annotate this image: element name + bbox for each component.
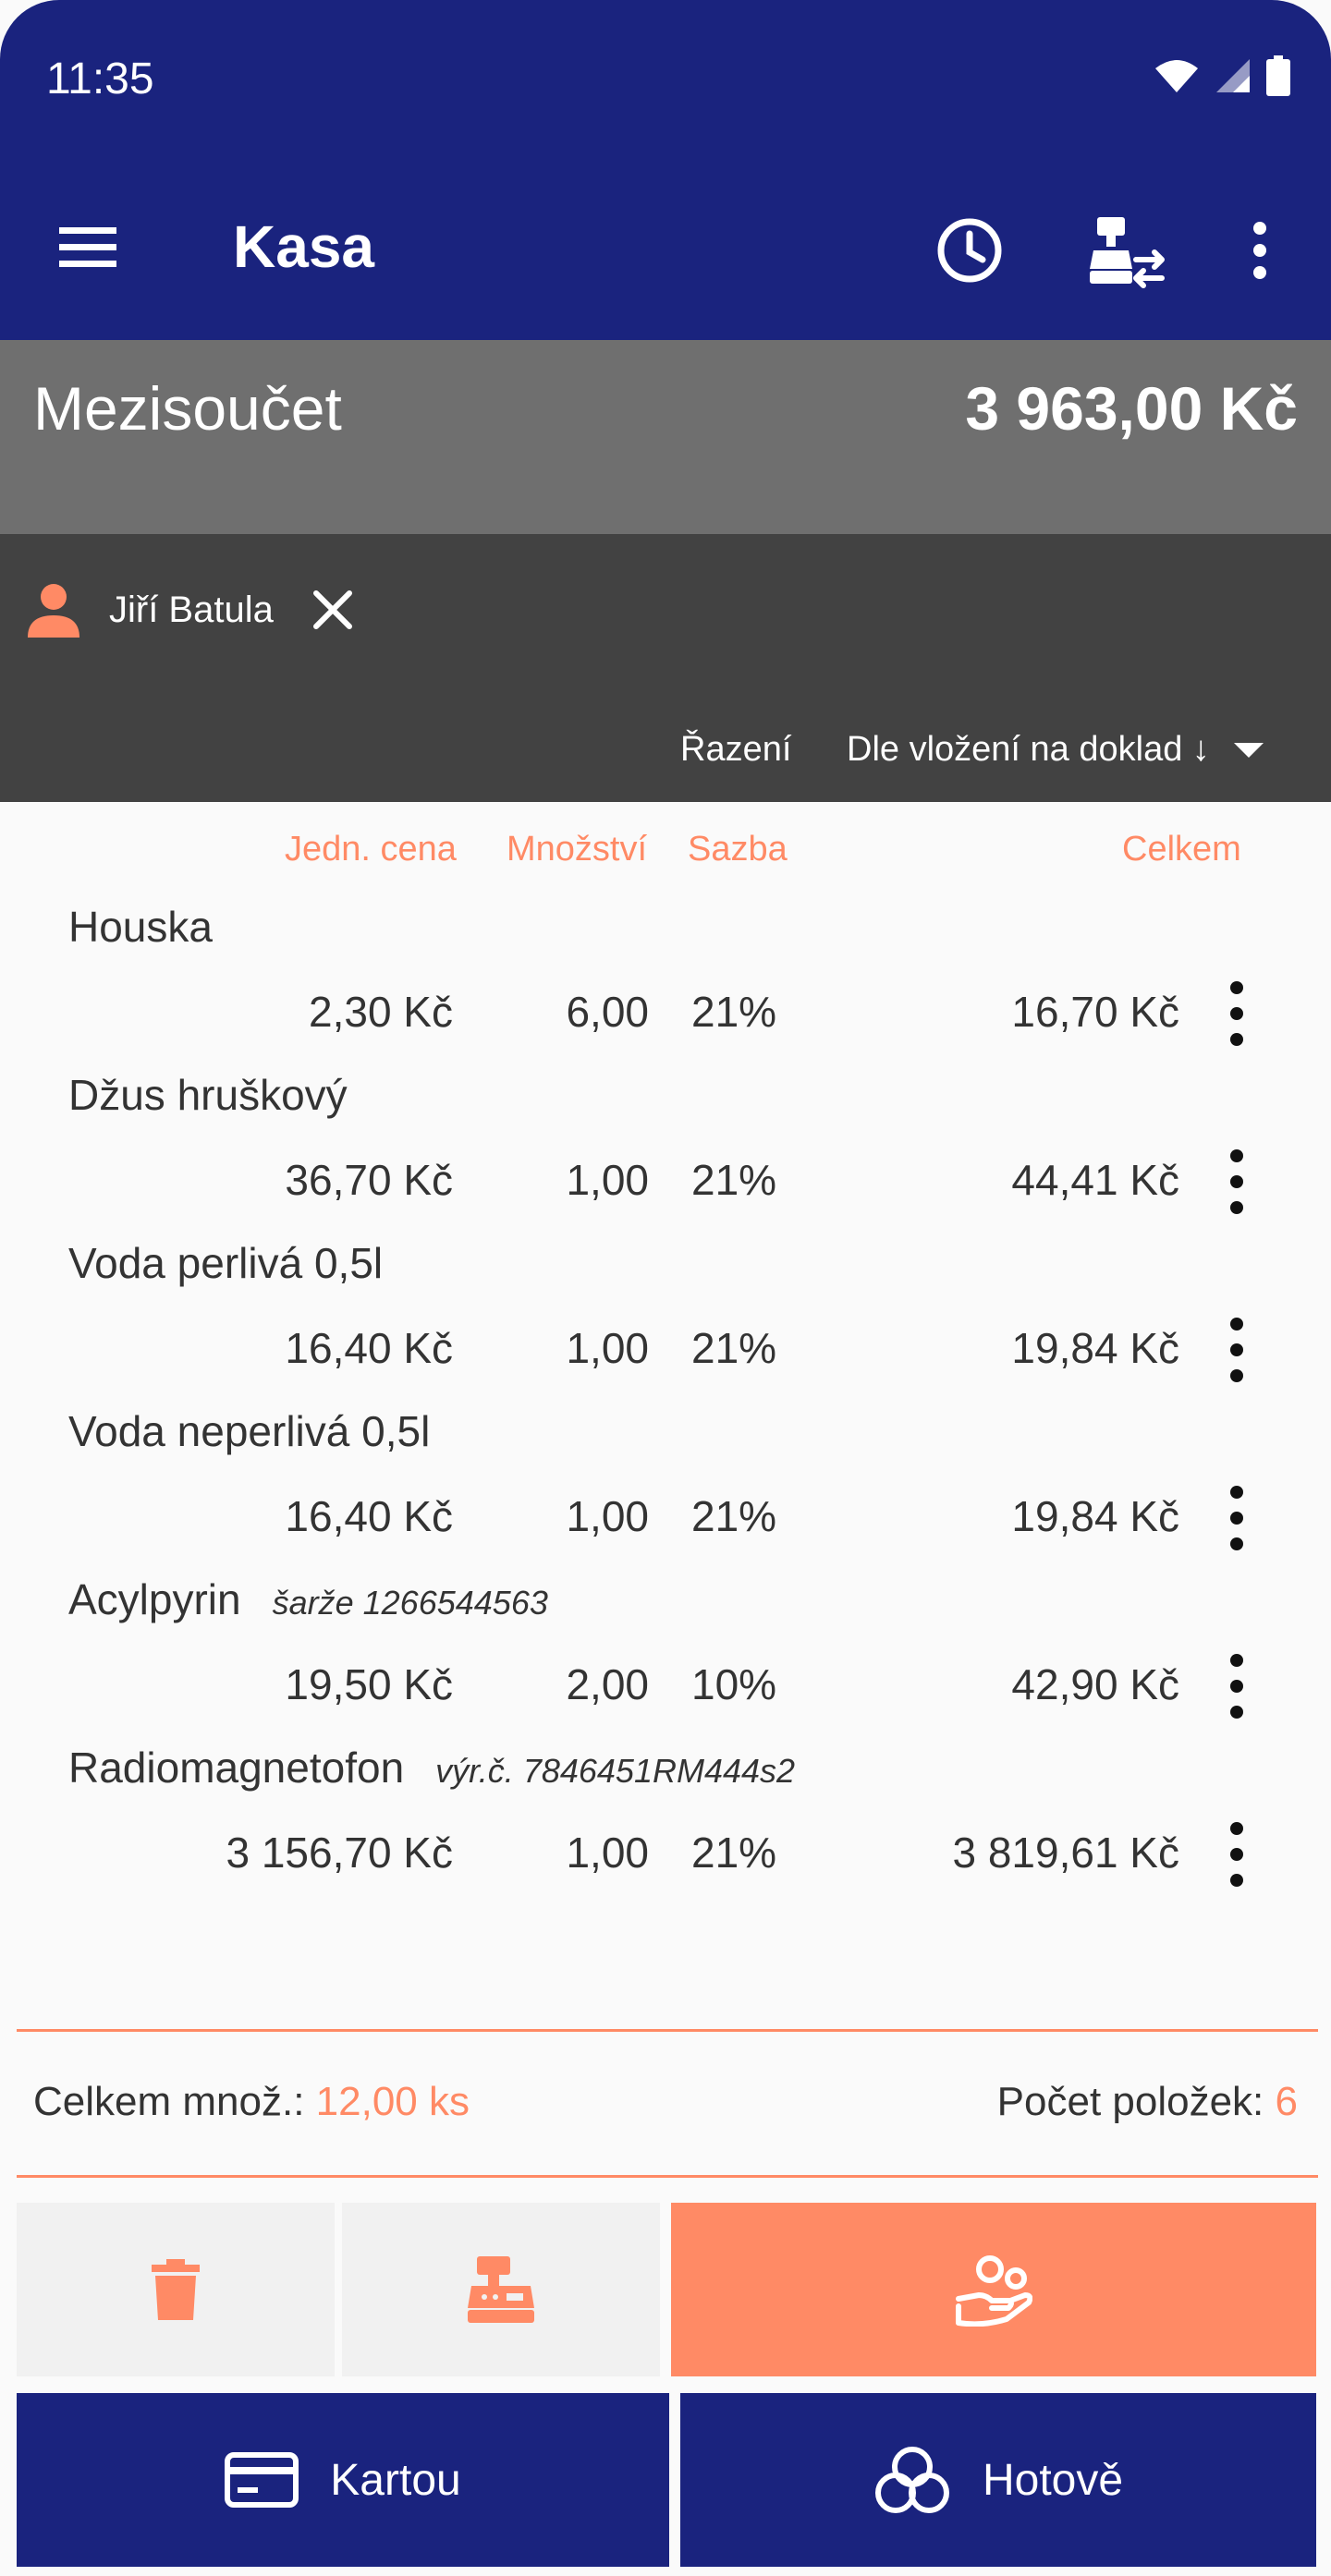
item-vat: 21%	[691, 1324, 777, 1372]
item-quantity: 2,00	[566, 1660, 649, 1708]
list-item[interactable]: Radiomagnetofon výr.č. 7846451RM444s2 3 1…	[0, 1743, 1331, 1911]
item-unit-price: 3 156,70 Kč	[226, 1829, 453, 1877]
pay-in-cash-button[interactable]: Hotově	[680, 2393, 1316, 2567]
item-total: 19,84 Kč	[1011, 1324, 1179, 1372]
close-icon	[313, 590, 352, 629]
menu-button[interactable]	[55, 220, 120, 275]
credit-card-icon	[225, 2452, 299, 2508]
subtotal-bar: Mezisoučet 3 963,00 Kč	[0, 340, 1331, 534]
item-name: Radiomagnetofon výr.č. 7846451RM444s2	[68, 1744, 796, 1792]
wifi-icon	[1155, 60, 1198, 92]
more-vertical-icon	[1253, 222, 1266, 279]
clock-icon	[937, 218, 1002, 283]
column-header-vat: Sazba	[688, 830, 788, 869]
item-more-button[interactable]	[1218, 1149, 1255, 1214]
item-more-button[interactable]	[1218, 981, 1255, 1046]
item-total: 16,70 Kč	[1011, 988, 1179, 1036]
signal-icon	[1216, 59, 1250, 92]
coins-icon	[874, 2447, 949, 2513]
item-name: Houska	[68, 903, 213, 951]
transfer-button[interactable]	[1085, 209, 1168, 292]
list-item[interactable]: Voda neperlivá 0,5l 16,40 Kč 1,00 21% 19…	[0, 1406, 1331, 1574]
app-bar: Kasa	[0, 155, 1331, 340]
list-item[interactable]: Houska 2,30 Kč 6,00 21% 16,70 Kč	[0, 902, 1331, 1070]
sort-selected-value: Dle vložení na doklad ↓	[847, 730, 1210, 769]
item-name: Acylpyrin šarže 1266544563	[68, 1575, 548, 1623]
subtotal-label: Mezisoučet	[33, 374, 342, 443]
customer-panel: Jiří Batula Řazení Dle vložení na doklad…	[0, 534, 1331, 802]
caret-down-icon	[1233, 742, 1264, 758]
item-quantity: 1,00	[566, 1156, 649, 1204]
column-header-total: Celkem	[1122, 830, 1241, 869]
item-name: Voda perlivá 0,5l	[68, 1239, 384, 1287]
item-total: 3 819,61 Kč	[952, 1829, 1179, 1877]
item-quantity: 1,00	[566, 1492, 649, 1540]
item-vat: 21%	[691, 1492, 777, 1540]
cash-register-icon	[468, 2256, 534, 2323]
item-quantity: 6,00	[566, 988, 649, 1036]
battery-icon	[1266, 55, 1290, 96]
customer-name: Jiří Batula	[109, 589, 274, 630]
item-more-button[interactable]	[1218, 1822, 1255, 1887]
total-quantity: Celkem množ.: 12,00 ks	[33, 2079, 470, 2124]
column-header-unit-price: Jedn. cena	[285, 830, 457, 869]
pay-in-cash-label: Hotově	[982, 2455, 1124, 2505]
register-transfer-icon	[1090, 217, 1165, 288]
item-total: 44,41 Kč	[1011, 1156, 1179, 1204]
item-quantity: 1,00	[566, 1324, 649, 1372]
pos-screen: 11:35 Kasa Mezisoučet 3 963,00 Kč Jiří B…	[0, 0, 1331, 2576]
item-unit-price: 16,40 Kč	[285, 1492, 453, 1540]
item-unit-price: 36,70 Kč	[285, 1156, 453, 1204]
item-quantity: 1,00	[566, 1829, 649, 1877]
subtotal-value: 3 963,00 Kč	[965, 374, 1298, 443]
items-list: Jedn. cena Množství Sazba Celkem Houska …	[0, 802, 1331, 2031]
list-item[interactable]: Acylpyrin šarže 1266544563 19,50 Kč 2,00 …	[0, 1574, 1331, 1743]
list-item[interactable]: Voda perlivá 0,5l 16,40 Kč 1,00 21% 19,8…	[0, 1238, 1331, 1406]
item-count: Počet položek: 6	[996, 2079, 1298, 2124]
delete-button[interactable]	[17, 2203, 335, 2376]
item-unit-price: 16,40 Kč	[285, 1324, 453, 1372]
trash-icon	[152, 2259, 200, 2320]
list-item[interactable]: Džus hruškový 36,70 Kč 1,00 21% 44,41 Kč	[0, 1070, 1331, 1238]
item-more-button[interactable]	[1218, 1486, 1255, 1550]
customer-hand-icon	[956, 2255, 1032, 2327]
status-icons	[1154, 55, 1290, 96]
item-total: 42,90 Kč	[1011, 1660, 1179, 1708]
more-button[interactable]	[1218, 209, 1301, 292]
item-name: Džus hruškový	[68, 1071, 348, 1119]
item-vat: 21%	[691, 988, 777, 1036]
history-button[interactable]	[928, 209, 1011, 292]
item-unit-price: 2,30 Kč	[309, 988, 453, 1036]
divider	[17, 2029, 1318, 2032]
cash-register-button[interactable]	[342, 2203, 660, 2376]
remove-customer-button[interactable]	[305, 582, 360, 638]
menu-icon	[59, 227, 116, 267]
column-header-quantity: Množství	[507, 830, 648, 869]
item-note: výr.č. 7846451RM444s2	[435, 1752, 796, 1790]
status-time: 11:35	[46, 55, 154, 103]
sort-label: Řazení	[680, 730, 792, 769]
pay-by-card-label: Kartou	[330, 2455, 461, 2505]
item-name: Voda neperlivá 0,5l	[68, 1407, 431, 1455]
item-unit-price: 19,50 Kč	[285, 1660, 453, 1708]
item-total: 19,84 Kč	[1011, 1492, 1179, 1540]
person-icon	[28, 584, 79, 638]
divider	[17, 2175, 1318, 2178]
total-quantity-value: 12,00 ks	[315, 2079, 470, 2124]
item-vat: 10%	[691, 1660, 777, 1708]
item-vat: 21%	[691, 1156, 777, 1204]
status-bar: 11:35	[0, 0, 1331, 155]
page-title: Kasa	[233, 213, 374, 280]
sort-dropdown[interactable]: Dle vložení na doklad ↓	[847, 730, 1264, 770]
item-count-value: 6	[1275, 2079, 1298, 2124]
customer-action-button[interactable]	[671, 2203, 1316, 2376]
item-vat: 21%	[691, 1829, 777, 1877]
item-note: šarže 1266544563	[272, 1584, 548, 1622]
item-more-button[interactable]	[1218, 1654, 1255, 1719]
pay-by-card-button[interactable]: Kartou	[17, 2393, 669, 2567]
item-more-button[interactable]	[1218, 1318, 1255, 1382]
